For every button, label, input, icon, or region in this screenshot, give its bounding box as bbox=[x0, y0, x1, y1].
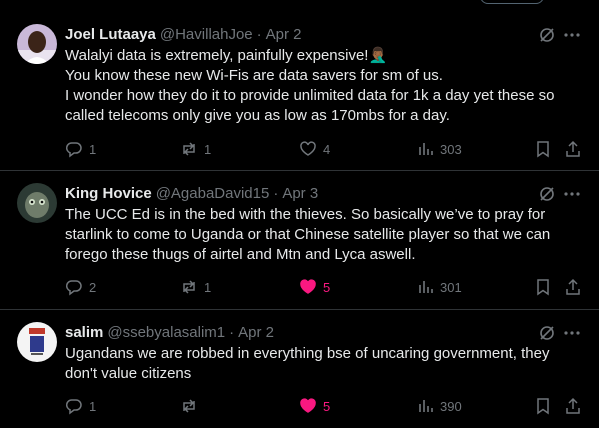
author-handle[interactable]: @HavillahJoe bbox=[160, 26, 253, 43]
share-icon bbox=[566, 397, 580, 414]
separator-dot: · bbox=[229, 323, 235, 341]
bookmark-button[interactable] bbox=[534, 397, 552, 415]
tweet-text-line: I wonder how they do it to provide unlim… bbox=[65, 87, 555, 104]
author-name[interactable]: Joel Lutaaya bbox=[65, 26, 156, 43]
avatar[interactable] bbox=[17, 183, 57, 223]
tweet-text-line: Walalyi data is extremely, painfully exp… bbox=[65, 47, 388, 64]
author-name[interactable]: salim bbox=[65, 324, 103, 341]
bookmark-icon bbox=[537, 279, 549, 296]
like-count: 4 bbox=[323, 141, 331, 157]
tweet-text-line: forego these thugs of airtel and Mtn and… bbox=[65, 246, 416, 263]
more-icon[interactable] bbox=[562, 324, 582, 342]
reply-icon bbox=[65, 399, 82, 415]
tweet-text-line: called telecoms only give you as low as … bbox=[65, 107, 450, 124]
bookmark-button[interactable] bbox=[534, 278, 552, 296]
view-count: 390 bbox=[440, 398, 462, 414]
reply-count: 1 bbox=[89, 141, 97, 157]
grok-icon[interactable] bbox=[538, 185, 556, 203]
reply-icon bbox=[65, 142, 82, 158]
author-handle[interactable]: @ssebyalasalim1 bbox=[107, 324, 225, 341]
tweet-text-line: starlink to come to Uganda or that Chine… bbox=[65, 226, 551, 243]
like-button[interactable]: 5 bbox=[299, 278, 330, 296]
action-bar: 1 1 4 303 bbox=[0, 140, 599, 160]
view-count: 303 bbox=[440, 141, 462, 157]
repost-icon bbox=[183, 142, 195, 156]
action-bar: 1 5 390 bbox=[0, 397, 599, 417]
like-icon bbox=[300, 279, 316, 294]
timestamp[interactable]: Apr 3 bbox=[282, 185, 318, 202]
views-button[interactable]: 390 bbox=[416, 397, 462, 415]
like-count: 5 bbox=[323, 398, 331, 414]
tweet-text-line: Ugandans we are robbed in everything bse… bbox=[65, 345, 550, 362]
separator-dot: · bbox=[273, 184, 279, 202]
separator-dot: · bbox=[256, 25, 262, 43]
repost-button[interactable]: 1 bbox=[180, 140, 211, 158]
tweet-header: salim @ssebyalasalim1 · Apr 2 bbox=[65, 322, 274, 342]
avatar[interactable] bbox=[17, 24, 57, 64]
repost-icon bbox=[183, 399, 195, 413]
share-button[interactable] bbox=[564, 140, 582, 158]
tweet-text-line: don't value citizens bbox=[65, 365, 192, 382]
grok-icon[interactable] bbox=[538, 26, 556, 44]
bookmark-icon bbox=[537, 141, 549, 158]
avatar[interactable] bbox=[17, 322, 57, 362]
author-handle[interactable]: @AgabaDavid15 bbox=[156, 185, 270, 202]
reply-count: 2 bbox=[89, 279, 97, 295]
repost-count: 1 bbox=[204, 279, 212, 295]
tweet-text: Ugandans we are robbed in everything bse… bbox=[65, 344, 585, 384]
more-icon[interactable] bbox=[562, 185, 582, 203]
share-icon bbox=[566, 278, 580, 295]
like-icon bbox=[300, 141, 316, 156]
like-button[interactable]: 5 bbox=[299, 397, 330, 415]
views-icon bbox=[419, 281, 433, 293]
reply-button[interactable]: 1 bbox=[65, 397, 96, 415]
share-button[interactable] bbox=[564, 397, 582, 415]
tweet-text: Walalyi data is extremely, painfully exp… bbox=[65, 46, 585, 126]
tweet-text-line: The UCC Ed is in the bed with the thieve… bbox=[65, 206, 546, 223]
grok-icon[interactable] bbox=[538, 324, 556, 342]
view-count: 301 bbox=[440, 279, 462, 295]
bookmark-icon bbox=[537, 398, 549, 415]
views-icon bbox=[419, 143, 433, 155]
tweet[interactable]: Joel Lutaaya @HavillahJoe · Apr 2 Walaly… bbox=[0, 12, 599, 171]
reply-count: 1 bbox=[89, 398, 97, 414]
views-button[interactable]: 303 bbox=[416, 140, 462, 158]
tweet-text: The UCC Ed is in the bed with the thieve… bbox=[65, 205, 585, 265]
like-count: 5 bbox=[323, 279, 331, 295]
partial-button-top[interactable] bbox=[480, 0, 544, 4]
repost-button[interactable] bbox=[180, 397, 204, 415]
views-button[interactable]: 301 bbox=[416, 278, 462, 296]
tweet-header: Joel Lutaaya @HavillahJoe · Apr 2 bbox=[65, 24, 302, 44]
author-name[interactable]: King Hovice bbox=[65, 185, 152, 202]
share-button[interactable] bbox=[564, 278, 582, 296]
reply-button[interactable]: 2 bbox=[65, 278, 96, 296]
reply-icon bbox=[65, 280, 82, 296]
like-icon bbox=[300, 398, 316, 413]
more-icon[interactable] bbox=[562, 26, 582, 44]
reply-button[interactable]: 1 bbox=[65, 140, 96, 158]
tweet-text-line: You know these new Wi-Fis are data saver… bbox=[65, 67, 443, 84]
tweet[interactable]: salim @ssebyalasalim1 · Apr 2 Ugandans w… bbox=[0, 310, 599, 428]
timestamp[interactable]: Apr 2 bbox=[238, 324, 274, 341]
action-bar: 2 1 5 301 bbox=[0, 278, 599, 298]
tweet[interactable]: King Hovice @AgabaDavid15 · Apr 3 The UC… bbox=[0, 171, 599, 310]
repost-count: 1 bbox=[204, 141, 212, 157]
share-icon bbox=[566, 140, 580, 157]
repost-icon bbox=[183, 280, 195, 294]
tweet-header: King Hovice @AgabaDavid15 · Apr 3 bbox=[65, 183, 318, 203]
timestamp[interactable]: Apr 2 bbox=[266, 26, 302, 43]
repost-button[interactable]: 1 bbox=[180, 278, 211, 296]
bookmark-button[interactable] bbox=[534, 140, 552, 158]
views-icon bbox=[419, 400, 433, 412]
like-button[interactable]: 4 bbox=[299, 140, 330, 158]
